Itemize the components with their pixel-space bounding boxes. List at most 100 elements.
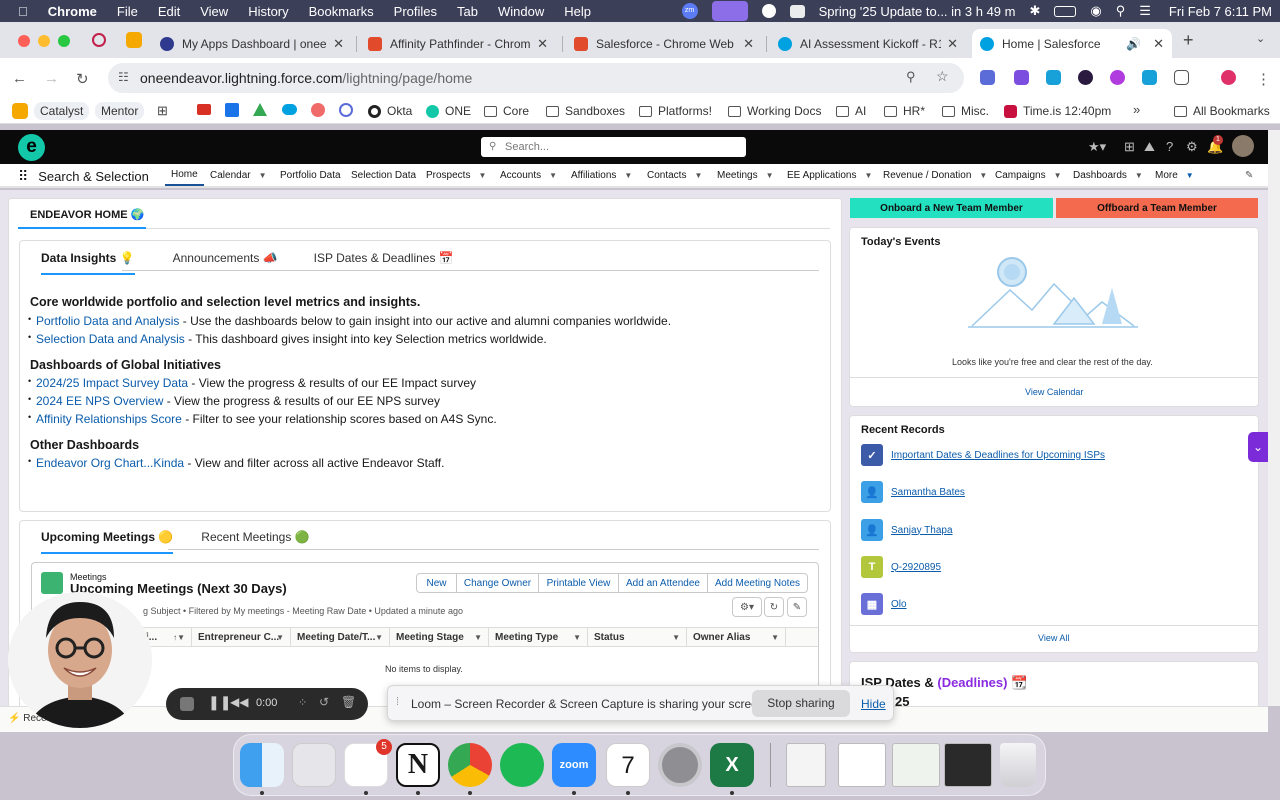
menu-chrome[interactable]: Chrome <box>48 4 97 19</box>
bookmark-folder-ai[interactable]: AI <box>836 104 866 118</box>
bookmark-time-is[interactable]: Time.is 12:40pm <box>1004 104 1111 118</box>
edit-nav-pencil-icon[interactable]: ✎ <box>1245 170 1253 181</box>
screen-share-icon[interactable] <box>711 1 748 21</box>
bookmark-folder-working-docs[interactable]: Working Docs <box>728 104 821 118</box>
search-menubar-icon[interactable]: ⚲ <box>1116 3 1126 19</box>
apps-grid-icon[interactable]: ⊞ <box>157 103 168 119</box>
list-settings-gear-icon[interactable]: ⚙▾ <box>732 597 762 617</box>
stop-sharing-button[interactable]: Stop sharing <box>752 690 850 717</box>
chevron-down-icon[interactable]: ▼ <box>259 171 267 180</box>
change-owner-button[interactable]: Change Owner <box>456 573 539 593</box>
recent-record-link[interactable]: Samantha Bates <box>891 487 965 498</box>
profile-avatar[interactable] <box>1221 70 1236 85</box>
tab-upcoming-meetings[interactable]: Upcoming Meetings 🟡 <box>41 530 174 554</box>
column-header-status[interactable]: Status ▼ <box>588 627 687 647</box>
menu-profiles[interactable]: Profiles <box>394 4 437 19</box>
chevron-down-icon[interactable]: ▼ <box>766 171 774 180</box>
nav-accounts[interactable]: Accounts ▼ <box>500 170 557 181</box>
nav-affiliations[interactable]: Affiliations ▼ <box>571 170 632 181</box>
tab-close-icon[interactable]: ✕ <box>333 36 344 52</box>
extensions-puzzle-icon[interactable] <box>1174 70 1189 85</box>
help-icon[interactable]: ? <box>1166 139 1173 154</box>
affinity-bookmark-icon[interactable] <box>339 103 353 117</box>
vertical-scrollbar[interactable] <box>1268 130 1280 706</box>
extension-badge-icon[interactable] <box>1014 70 1029 85</box>
calendar-event-text[interactable]: Spring '25 Update to... in 3 h 49 m <box>819 4 1016 19</box>
tab-home-salesforce[interactable]: Home | Salesforce 🔊 ✕ <box>972 29 1172 58</box>
nav-ee-applications[interactable]: EE Applications ▼ <box>787 170 872 181</box>
tab-close-icon[interactable]: ✕ <box>537 36 548 52</box>
chevron-down-icon[interactable]: ▼ <box>375 633 383 642</box>
excel-icon[interactable]: X <box>710 743 754 787</box>
bluetooth-icon[interactable]: ✱ <box>1029 3 1040 19</box>
extension-salesforce-icon[interactable] <box>1046 70 1061 85</box>
bookmarks-overflow-icon[interactable]: » <box>1133 102 1140 117</box>
trash-can-icon[interactable] <box>1000 743 1036 787</box>
bookmark-star-icon[interactable]: ☆ <box>936 68 949 85</box>
chevron-down-icon[interactable]: ▼ <box>276 633 284 642</box>
calendar-app-icon[interactable]: 7 <box>606 743 650 787</box>
view-calendar-link[interactable]: View Calendar <box>1025 387 1083 397</box>
salesforce-bookmark-icon[interactable] <box>282 104 297 115</box>
hide-sharing-link[interactable]: Hide <box>861 697 886 711</box>
column-header-meeting-date[interactable]: Meeting Date/T... ▼ <box>291 627 390 647</box>
floating-side-widget-icon[interactable]: ⌄ <box>1248 432 1268 462</box>
tab-close-icon[interactable]: ✕ <box>1153 36 1164 52</box>
column-header-meeting-type[interactable]: Meeting Type ▼ <box>489 627 588 647</box>
recent-record-link[interactable]: Q-2920895 <box>891 562 941 573</box>
loom-webcam-bubble[interactable] <box>8 592 152 728</box>
tab-affinity-pathfinder[interactable]: Affinity Pathfinder - Chrome ✕ <box>360 29 556 58</box>
menu-view[interactable]: View <box>200 4 228 19</box>
trash-icon[interactable]: 🗑 <box>341 695 356 709</box>
gmail-icon[interactable] <box>197 104 211 115</box>
chevron-down-icon[interactable]: ▼ <box>1054 171 1062 180</box>
new-meeting-button[interactable]: New <box>416 573 457 593</box>
recent-record-link[interactable]: Sanjay Thapa <box>891 525 953 536</box>
chevron-down-icon[interactable]: ▼ <box>694 171 702 180</box>
control-center-icon[interactable]: ☰ <box>1139 3 1151 19</box>
tab-ai-assessment-kickoff[interactable]: AI Assessment Kickoff - R1/✕ <box>770 29 966 58</box>
window-close-button[interactable] <box>18 35 30 47</box>
bookmark-one[interactable]: ONE <box>426 104 471 118</box>
spotify-icon[interactable] <box>500 743 544 787</box>
tab-close-icon[interactable]: ✕ <box>743 36 754 52</box>
recent-window-thumbnail[interactable] <box>838 743 886 787</box>
menu-edit[interactable]: Edit <box>158 4 180 19</box>
chevron-down-icon[interactable]: ▼ <box>474 633 482 642</box>
user-avatar[interactable] <box>1232 135 1254 157</box>
nps-overview-link[interactable]: 2024 EE NPS Overview <box>36 394 163 408</box>
nav-more[interactable]: More ▼ <box>1155 170 1194 181</box>
status-circle-icon[interactable] <box>761 4 776 18</box>
nav-dashboards[interactable]: Dashboards ▼ <box>1073 170 1143 181</box>
column-header-entrepreneur[interactable]: Entrepreneur C... ▼ <box>192 627 291 647</box>
pinned-tab-record-icon[interactable] <box>92 33 106 47</box>
bookmark-folder-platforms[interactable]: Platforms! <box>639 104 712 118</box>
menu-window[interactable]: Window <box>498 4 544 19</box>
chrome-icon[interactable] <box>448 743 492 787</box>
menu-tab[interactable]: Tab <box>457 4 478 19</box>
portfolio-data-link[interactable]: Portfolio Data and Analysis <box>36 314 179 328</box>
offboard-team-member-button[interactable]: Offboard a Team Member <box>1056 198 1258 218</box>
view-all-link[interactable]: View All <box>1038 633 1069 643</box>
xls-document-icon[interactable] <box>786 743 826 787</box>
tab-close-icon[interactable]: ✕ <box>947 36 958 52</box>
asana-icon[interactable] <box>311 103 325 117</box>
add-meeting-notes-button[interactable]: Add Meeting Notes <box>707 573 808 593</box>
nav-prospects[interactable]: Prospects ▼ <box>426 170 486 181</box>
favorites-star-icon[interactable]: ★▾ <box>1088 139 1106 155</box>
site-info-icon[interactable]: ☷ <box>118 70 129 84</box>
column-header-owner-alias[interactable]: Owner Alias ▼ <box>687 627 786 647</box>
tab-data-insights[interactable]: Data Insights 💡 <box>41 251 135 275</box>
recent-window-thumbnail[interactable] <box>944 743 992 787</box>
drawing-tools-icon[interactable]: ⁘ <box>298 696 307 709</box>
tab-audio-icon[interactable]: 🔊 <box>1126 37 1141 51</box>
tab-announcements[interactable]: Announcements 📣 <box>173 251 278 275</box>
chevron-down-icon[interactable]: ▼ <box>573 633 581 642</box>
forward-arrow-icon[interactable]: → <box>44 70 59 87</box>
launchpad-icon[interactable] <box>292 743 336 787</box>
extension-dark-icon[interactable] <box>1078 70 1093 85</box>
bookmark-mentor[interactable]: Mentor <box>95 102 145 120</box>
org-chart-link[interactable]: Endeavor Org Chart...Kinda <box>36 456 184 470</box>
chevron-down-icon[interactable]: ▼ <box>478 171 486 180</box>
global-search-input[interactable]: ⚲ Search... <box>481 137 746 157</box>
